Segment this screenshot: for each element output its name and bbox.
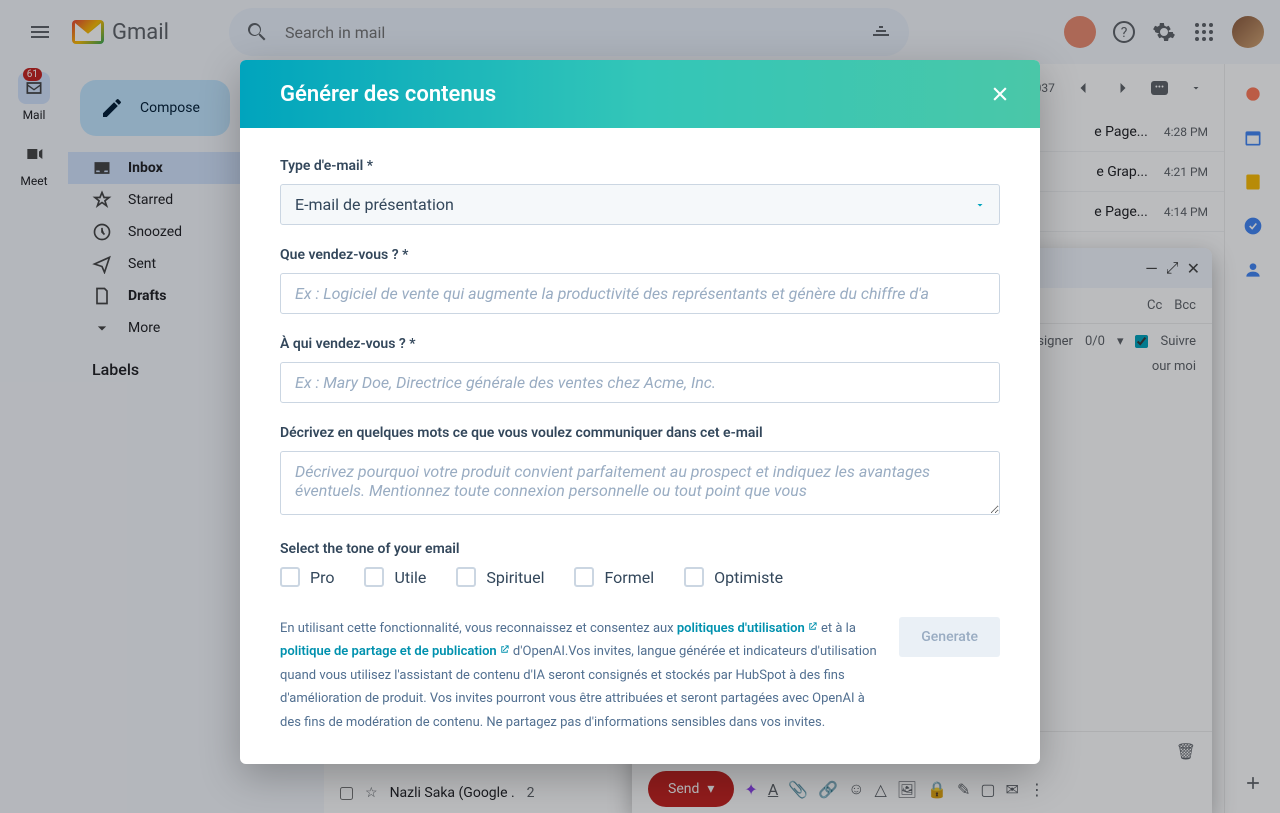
modal-title: Générer des contenus <box>280 82 496 107</box>
email-type-select[interactable]: E-mail de présentation <box>280 184 1000 225</box>
tone-options: Pro Utile Spirituel Formel Optimiste <box>280 567 1000 587</box>
field-tone: Select the tone of your email Pro Utile … <box>280 541 1000 587</box>
sell-to-label: À qui vendez-vous ? * <box>280 336 1000 352</box>
sell-to-input[interactable] <box>280 362 1000 403</box>
checkbox-icon[interactable] <box>280 567 300 587</box>
email-type-label: Type d'e-mail * <box>280 158 1000 174</box>
generate-button[interactable]: Generate <box>899 617 1000 657</box>
checkbox-icon[interactable] <box>574 567 594 587</box>
tone-option-utile[interactable]: Utile <box>364 567 426 587</box>
sell-what-label: Que vendez-vous ? * <box>280 247 1000 263</box>
external-link-icon <box>807 621 818 632</box>
modal-header: Générer des contenus <box>240 60 1040 128</box>
field-description: Décrivez en quelques mots ce que vous vo… <box>280 425 1000 519</box>
tone-option-formel[interactable]: Formel <box>574 567 654 587</box>
usage-policies-link[interactable]: politiques d'utilisation <box>677 621 818 636</box>
modal-body: Type d'e-mail * E-mail de présentation Q… <box>240 128 1040 617</box>
checkbox-icon[interactable] <box>364 567 384 587</box>
sell-what-input[interactable] <box>280 273 1000 314</box>
description-label: Décrivez en quelques mots ce que vous vo… <box>280 425 1000 441</box>
field-email-type: Type d'e-mail * E-mail de présentation <box>280 158 1000 225</box>
checkbox-icon[interactable] <box>456 567 476 587</box>
modal-footer: En utilisant cette fonctionnalité, vous … <box>240 617 1040 764</box>
checkbox-icon[interactable] <box>684 567 704 587</box>
tone-option-spirituel[interactable]: Spirituel <box>456 567 544 587</box>
modal-close-icon[interactable] <box>990 84 1010 104</box>
disclaimer-text: En utilisant cette fonctionnalité, vous … <box>280 617 879 734</box>
field-sell-what: Que vendez-vous ? * <box>280 247 1000 314</box>
description-textarea[interactable] <box>280 451 1000 515</box>
generate-content-modal: Générer des contenus Type d'e-mail * E-m… <box>240 60 1040 764</box>
field-sell-to: À qui vendez-vous ? * <box>280 336 1000 403</box>
external-link-icon <box>499 644 510 655</box>
sharing-policy-link[interactable]: politique de partage et de publication <box>280 644 510 659</box>
tone-option-optimiste[interactable]: Optimiste <box>684 567 783 587</box>
tone-label: Select the tone of your email <box>280 541 1000 557</box>
tone-option-pro[interactable]: Pro <box>280 567 334 587</box>
